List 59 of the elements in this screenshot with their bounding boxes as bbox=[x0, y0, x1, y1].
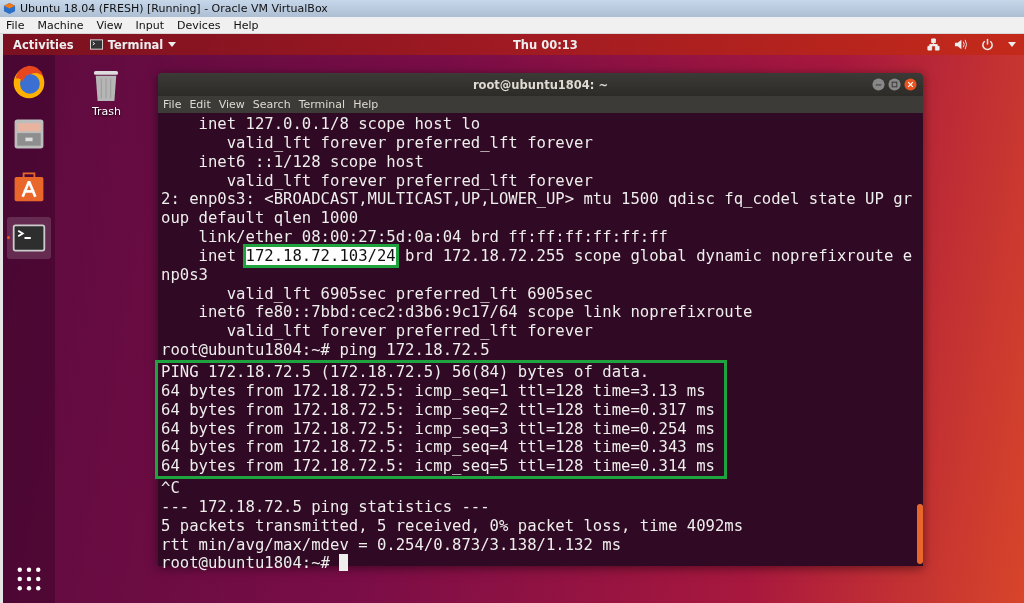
terminal-text: brd 172.18.72.255 scope global dynamic noprefixroute e bbox=[404, 246, 913, 265]
terminal-line: 64 bytes from 172.18.72.5: icmp_seq=2 ttl=128 time=0.317 ms bbox=[161, 400, 716, 420]
menu-item[interactable]: Terminal bbox=[298, 98, 346, 111]
terminal-line: inet6 ::1/128 scope host bbox=[197, 152, 425, 172]
trash-can-icon[interactable] bbox=[92, 69, 121, 103]
app-grid-icon[interactable] bbox=[17, 567, 41, 591]
minimize-button[interactable] bbox=[872, 78, 885, 91]
activities-button[interactable]: Activities bbox=[13, 37, 74, 52]
clock[interactable]: Thu 00:13 bbox=[513, 37, 578, 52]
terminal-line: 64 bytes from 172.18.72.5: icmp_seq=3 ttl=128 time=0.254 ms bbox=[161, 419, 716, 439]
volume-icon[interactable] bbox=[954, 38, 967, 51]
cube-icon bbox=[3, 2, 16, 15]
terminal-line: 5 packets transmitted, 5 received, 0% packet loss, time 4092ms bbox=[161, 516, 745, 536]
terminal-line: 64 bytes from 172.18.72.5: icmp_seq=5 ttl=128 time=0.314 ms bbox=[161, 457, 716, 477]
menu-item[interactable]: File bbox=[163, 98, 182, 111]
terminal-line: link/ether 08:00:27:5d:0a:04 brd ff:ff:ff:ff:ff:ff bbox=[197, 228, 669, 247]
window-title: Ubuntu 18.04 (FRESH) [Running] - Oracle VM VirtualBox bbox=[20, 2, 328, 15]
terminal-line: root@ubuntu1804:~# bbox=[161, 554, 331, 573]
terminal-line: PING 172.18.72.5 (172.18.72.5) 56(84) bytes of data. bbox=[161, 362, 651, 382]
terminal-line: oup default qlen 1000 bbox=[161, 209, 360, 229]
menu-item[interactable]: View bbox=[96, 18, 123, 32]
terminal-line: --- 172.18.72.5 ping statistics --- bbox=[161, 497, 491, 517]
menu-item[interactable]: Machine bbox=[37, 18, 84, 32]
icon-label: Trash bbox=[91, 105, 122, 118]
fox-globe-icon bbox=[11, 64, 47, 100]
menu-item[interactable]: Input bbox=[135, 18, 165, 32]
terminal-line: 64 bytes from 172.18.72.5: icmp_seq=1 ttl=128 time=3.13 ms bbox=[161, 381, 707, 401]
terminal-line: valid_lft forever preferred_lft forever bbox=[225, 171, 594, 191]
terminal-text: inet bbox=[197, 246, 238, 265]
terminal-title: root@ubuntu1804: ~ bbox=[472, 77, 609, 92]
terminal-line: inet 127.0.0.1/8 scope host lo bbox=[197, 115, 482, 134]
terminal-line: rtt min/avg/max/mdev = 0.254/0.873/3.138/1.132 ms bbox=[161, 535, 623, 555]
terminal-line: valid_lft 6905sec preferred_lft 6905sec bbox=[225, 284, 594, 304]
terminal-line: valid_lft forever preferred_lft forever bbox=[225, 133, 594, 153]
terminal-line: ^C bbox=[161, 479, 181, 498]
menu-item[interactable]: Edit bbox=[189, 98, 211, 111]
menu-item[interactable]: Help bbox=[353, 98, 379, 111]
app-menu[interactable]: Terminal bbox=[89, 37, 177, 52]
terminal-line: 64 bytes from 172.18.72.5: icmp_seq=4 ttl=128 time=0.343 ms bbox=[161, 438, 716, 458]
menu-item[interactable]: File bbox=[6, 18, 25, 32]
terminal-line: inet6 fe80::7bbd:cec2:d3b6:9c17/64 scope link noprefixroute bbox=[197, 303, 754, 323]
terminal-line: valid_lft forever preferred_lft forever bbox=[225, 322, 594, 342]
close-button[interactable] bbox=[904, 78, 917, 91]
menu-item[interactable]: Help bbox=[233, 18, 259, 32]
terminal-line: 2: enp0s3: <BROADCAST,MULTICAST,UP,LOWER_UP> mtu 1500 qdisc fq_codel state UP gr bbox=[161, 190, 914, 210]
network-icon[interactable] bbox=[927, 38, 940, 51]
scrollbar-thumb[interactable] bbox=[917, 504, 923, 564]
highlighted-text: 172.18.72.103/24 bbox=[245, 246, 396, 265]
menu-item[interactable]: Devices bbox=[177, 18, 221, 32]
dock-item[interactable] bbox=[7, 217, 51, 259]
caret-icon bbox=[168, 42, 177, 47]
menu-item[interactable]: Search bbox=[252, 98, 291, 111]
maximize-button[interactable] bbox=[888, 78, 901, 91]
power-icon[interactable] bbox=[981, 38, 994, 51]
caret-icon[interactable] bbox=[1008, 42, 1016, 47]
terminal-icon bbox=[89, 39, 103, 50]
terminal-line: np0s3 bbox=[161, 265, 209, 285]
menu-item[interactable]: View bbox=[218, 98, 245, 111]
terminal-line: root@ubuntu1804:~# ping 172.18.72.5 bbox=[161, 341, 491, 360]
